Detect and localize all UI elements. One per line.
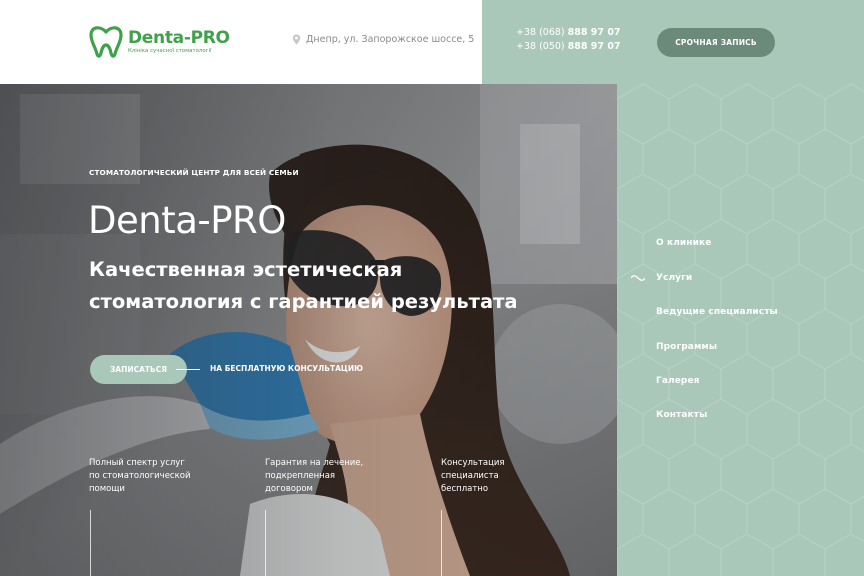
feature-item-guarantee: Гарантия на лечение, подкрепленная догов… [265,457,363,496]
nav-item-services[interactable]: Услуги [656,273,692,283]
hero: СТОМАТОЛОГИЧЕСКИЙ ЦЕНТР ДЛЯ ВСЕЙ СЕМЬИ D… [0,84,617,576]
signup-button[interactable]: ЗАПИСАТЬСЯ [90,355,187,384]
feature-text: по стоматологической [89,471,191,481]
feature-text: помощи [89,484,125,494]
address: Днепр, ул. Запорожское шоссе, 5 [292,34,474,45]
feature-divider [90,510,91,576]
feature-item-services: Полный спектр услуг по стоматологической… [89,457,190,496]
feature-text: договором [265,484,313,494]
logo-name: Denta-PRO [128,27,230,48]
hexagon-pattern [617,84,864,576]
feature-text: Консультация [441,458,505,468]
logo[interactable]: Denta-PRO Клініка сучасної стоматології [88,24,230,58]
nav-item-programs[interactable]: Программы [656,342,717,352]
feature-text: Полный спектр услуг [89,458,185,468]
phones: +38 (068) 888 97 07 +38 (050) 888 97 07 [516,26,621,54]
hero-tagline: СТОМАТОЛОГИЧЕСКИЙ ЦЕНТР ДЛЯ ВСЕЙ СЕМЬИ [89,168,299,177]
phone-2[interactable]: +38 (050) 888 97 07 [516,40,621,54]
feature-divider [265,510,266,576]
urgent-appointment-button[interactable]: СРОЧНАЯ ЗАПИСЬ [657,28,775,57]
nav-item-about[interactable]: О клинике [656,238,711,248]
nav-item-contacts[interactable]: Контакты [656,410,707,420]
feature-text: Гарантия на лечение, [265,458,364,468]
feature-item-consultation: Консультация специалиста бесплатно [441,457,505,496]
active-wave-icon [631,275,645,281]
free-consultation-link[interactable]: НА БЕСПЛАТНУЮ КОНСУЛЬТАЦИЮ [210,364,363,373]
hero-subtitle-line-1: Качественная эстетическая [89,258,403,281]
feature-divider [441,510,442,576]
consult-divider [176,369,200,370]
hero-subtitle-line-2: стоматология с гарантией результата [89,290,518,313]
hero-subtitle: Качественная эстетическая стоматология с… [89,254,549,318]
phone-1[interactable]: +38 (068) 888 97 07 [516,26,621,40]
feature-text: подкрепленная [265,471,336,481]
feature-text: бесплатно [441,484,489,494]
sidebar-nav: О клинике Услуги Ведущие специалисты Про… [617,84,864,576]
logo-tagline: Клініка сучасної стоматології [128,47,212,54]
feature-text: специалиста [441,471,499,481]
address-text: Днепр, ул. Запорожское шоссе, 5 [306,34,475,45]
hero-photo [0,84,617,576]
map-pin-icon [292,34,301,45]
tooth-icon [89,26,123,58]
nav-item-gallery[interactable]: Галерея [656,376,700,386]
hero-title: Denta-PRO [88,199,286,242]
nav-item-specialists[interactable]: Ведущие специалисты [656,307,778,317]
